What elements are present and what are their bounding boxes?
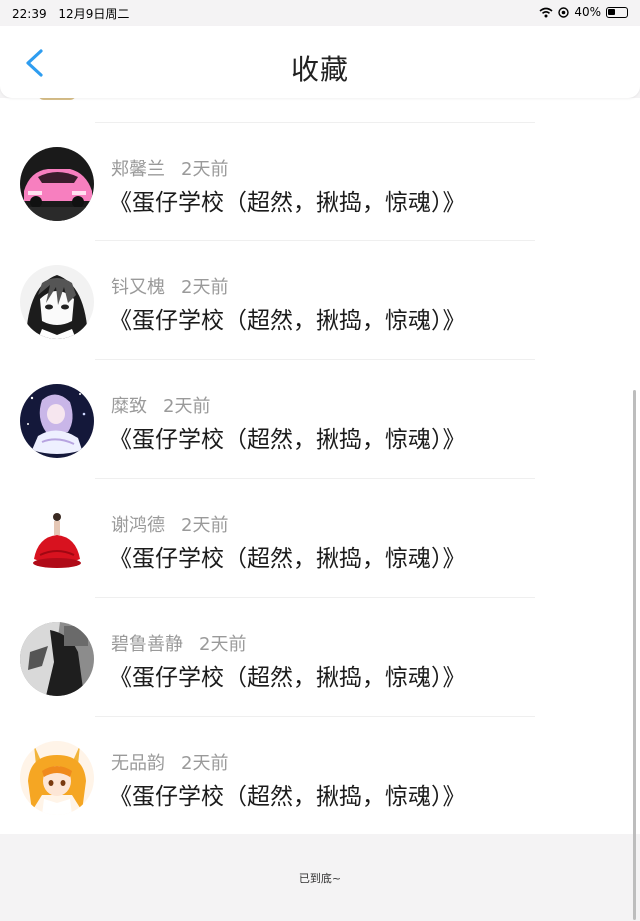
status-left: 22:39 12月9日周二 <box>12 5 129 22</box>
favorite-item[interactable]: 郏馨兰 2天前 《蛋仔学校（超然，揪捣，惊魂）》 <box>0 123 640 241</box>
author-name: 郏馨兰 <box>111 159 165 180</box>
author-name: 无品韵 <box>111 753 165 774</box>
pink-car-avatar <box>20 147 94 221</box>
item-time: 2天前 <box>181 277 229 298</box>
author-name: 谢鸿德 <box>111 515 165 536</box>
favorite-item[interactable]: 糜致 2天前 《蛋仔学校（超然，揪捣，惊魂）》 <box>0 360 640 478</box>
item-title: 《蛋仔学校（超然，揪捣，惊魂）》 <box>109 665 466 691</box>
dark-photo-avatar <box>20 622 94 696</box>
author-name: 碧鲁善静 <box>111 634 183 655</box>
favorites-list: 郏馨兰 2天前 《蛋仔学校（超然，揪捣，惊魂）》 钭又槐 2天前 《蛋仔学校（超然，… <box>0 94 640 835</box>
item-time: 2天前 <box>163 396 211 417</box>
status-time: 22:39 <box>12 7 47 21</box>
favorite-item[interactable]: 无品韵 2天前 《蛋仔学校（超然，揪捣，惊魂）》 <box>0 717 640 835</box>
item-time: 2天前 <box>181 753 229 774</box>
item-title: 《蛋仔学校（超然，揪捣，惊魂）》 <box>109 546 466 572</box>
nav-bar: 收藏 <box>0 26 640 98</box>
status-bar: 22:39 12月9日周二 40% <box>0 0 640 26</box>
scrollbar[interactable] <box>633 390 636 920</box>
item-title: 《蛋仔学校（超然，揪捣，惊魂）》 <box>109 308 466 334</box>
author-name: 糜致 <box>111 396 147 417</box>
status-right: 40% <box>539 5 628 19</box>
anime-boy-avatar <box>20 265 94 339</box>
battery-percent: 40% <box>574 5 601 19</box>
item-meta: 郏馨兰 2天前 <box>111 155 228 181</box>
anime-girl-purple-avatar <box>20 384 94 458</box>
wifi-icon <box>539 7 553 17</box>
item-title: 《蛋仔学校（超然，揪捣，惊魂）》 <box>109 427 466 453</box>
item-meta: 糜致 2天前 <box>111 392 210 418</box>
item-meta: 无品韵 2天前 <box>111 749 228 775</box>
item-meta: 钭又槐 2天前 <box>111 273 228 299</box>
status-date: 12月9日周二 <box>58 7 130 21</box>
item-title: 《蛋仔学校（超然，揪捣，惊魂）》 <box>109 190 466 216</box>
anime-girl-orange-avatar <box>20 741 94 815</box>
end-of-list-text: 已到底~ <box>298 872 342 885</box>
favorite-item[interactable]: 碧鲁善静 2天前 《蛋仔学校（超然，揪捣，惊魂）》 <box>0 598 640 716</box>
item-meta: 谢鸿德 2天前 <box>111 511 228 537</box>
item-time: 2天前 <box>181 515 229 536</box>
item-time: 2天前 <box>181 159 229 180</box>
item-meta: 碧鲁善静 2天前 <box>111 630 246 656</box>
favorite-item[interactable]: 钭又槐 2天前 《蛋仔学校（超然，揪捣，惊魂）》 <box>0 241 640 359</box>
author-name: 钭又槐 <box>111 277 165 298</box>
favorite-item[interactable]: 谢鸿德 2天前 《蛋仔学校（超然，揪捣，惊魂）》 <box>0 479 640 597</box>
item-title: 《蛋仔学校（超然，揪捣，惊魂）》 <box>109 784 466 810</box>
red-dress-avatar <box>20 503 94 577</box>
item-time: 2天前 <box>199 634 247 655</box>
battery-icon <box>606 6 628 18</box>
page-title: 收藏 <box>290 53 349 86</box>
location-icon <box>558 6 570 18</box>
